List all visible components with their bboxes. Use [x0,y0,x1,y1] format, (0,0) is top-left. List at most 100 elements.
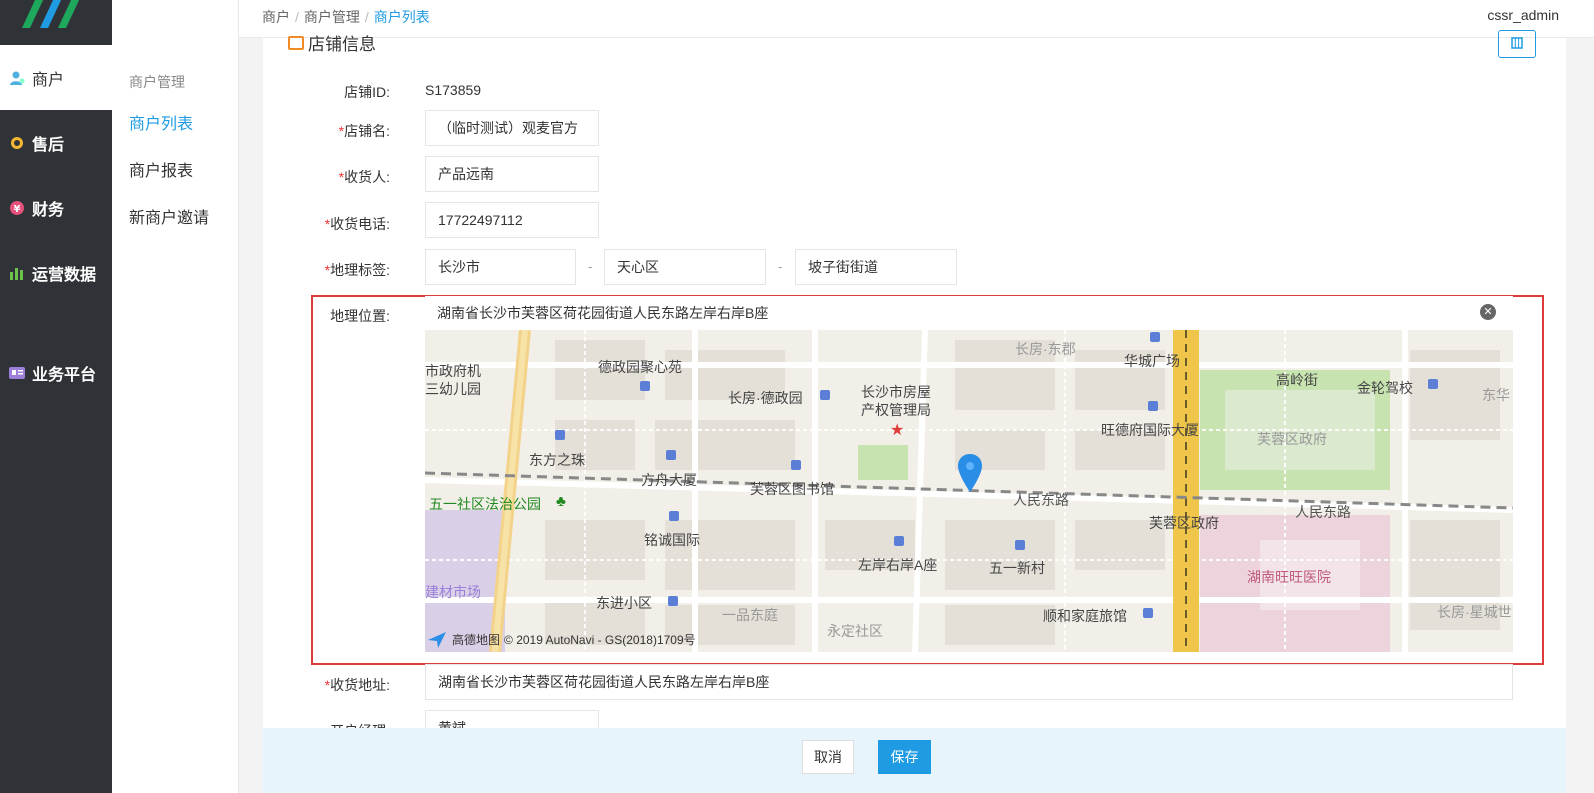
map-label: 长房·德政园 [728,390,803,406]
map-label: 长沙市房屋 [861,384,931,400]
library-icon [791,460,801,470]
map-label: 东方之珠 [529,452,585,468]
store-name-label: *店铺名: [338,123,390,139]
logo [0,0,112,45]
subnav-item-new-merchant-invite[interactable]: 新商户邀请 [129,204,209,228]
building-icon [666,450,676,460]
amap-logo-icon [428,631,448,648]
toggle-view-button[interactable] [1498,30,1536,58]
map-label: 永定社区 [827,623,883,639]
id-card-icon [8,364,26,382]
user-icon [8,69,26,87]
subnav-item-merchant-list[interactable]: 商户列表 [129,110,193,134]
grid-icon [1511,36,1523,52]
breadcrumb-separator: / [295,9,299,25]
map-label: 芙蓉区政府 [1149,515,1219,531]
map-label: 顺和家庭旅馆 [1043,608,1127,624]
ship-address-input[interactable]: 湖南省长沙市芙蓉区荷花园街道人民东路左岸右岸B座 [425,664,1513,700]
bar-chart-icon [8,264,26,282]
clear-icon[interactable]: ✕ [1480,304,1496,320]
map-label: 旺德府国际大厦 [1101,422,1199,438]
map-label: 三幼儿园 [425,381,481,397]
store-id-label: 店铺ID: [344,84,390,100]
building-icon [555,430,565,440]
map-label: 高岭街 [1276,372,1318,388]
geo-city-select[interactable]: 长沙市 [425,249,576,285]
sub-nav: 商户管理 商户列表 商户报表 新商户邀请 [112,0,239,793]
building-icon [640,381,650,391]
subnav-title: 商户管理 [129,74,185,90]
consignee-input[interactable]: 产品远南 [425,156,599,192]
nav-item-aftersale[interactable]: 售后 [0,110,112,175]
yen-icon: ¥ [8,199,26,217]
geo-street-select[interactable]: 坡子街街道 [795,249,957,285]
svg-text:¥: ¥ [14,204,21,215]
nav-label: 售后 [32,136,65,154]
map-label: 方舟大厦 [641,472,697,488]
map-label: 左岸右岸A座 [858,557,938,573]
nav-item-business-platform[interactable]: 业务平台 [0,340,112,405]
breadcrumb-merchant-management[interactable]: 商户管理 [304,9,360,25]
nav-item-merchant[interactable]: 商户 [0,45,112,110]
building-icon [1015,540,1025,550]
map-label: 华城广场 [1124,353,1180,369]
map-label: 五一社区法治公园 [429,496,541,512]
map-credit: 高德地图 © 2019 AutoNavi - GS(2018)1709号 [428,631,696,648]
subnav-item-merchant-report[interactable]: 商户报表 [129,157,193,181]
star-icon: ★ [890,422,905,439]
location-pin-icon[interactable] [958,454,982,492]
map-label: 五一新村 [989,560,1045,576]
map-label: 市政府机 [425,363,481,379]
cancel-button[interactable]: 取消 [802,740,854,774]
breadcrumb-merchant-list: 商户列表 [373,9,430,25]
breadcrumb-separator: / [364,9,369,25]
phone-label: *收货电话: [324,216,390,232]
map-label: 湖南旺旺医院 [1247,569,1331,585]
nav-label: 运营数据 [32,266,97,284]
left-nav: 商户 售后 ¥ 财务 运营数据 业务平台 [0,0,112,793]
map-label: 金轮驾校 [1357,380,1413,396]
username[interactable]: cssr_admin [1487,7,1559,23]
map-label: 德政园聚心苑 [598,359,682,375]
section-title: 店铺信息 [288,30,376,55]
breadcrumb-merchant[interactable]: 商户 [262,9,290,25]
map-label: 产权管理局 [861,402,931,418]
map-label: 人民东路 [1013,492,1069,508]
building-icon [669,511,679,521]
map-label: 长房·东郡 [1015,341,1076,357]
map-copyright: © 2019 AutoNavi - GS(2018)1709号 [504,633,696,647]
map-label: 一品东庭 [722,607,778,623]
map-brand: 高德地图 [452,633,501,647]
geo-tag-label: *地理标签: [324,262,390,278]
separator: - [588,259,593,274]
map-label: 东华 [1482,387,1510,403]
map-label: 东进小区 [596,595,652,611]
map-view[interactable]: 市政府机 三幼儿园 德政园聚心苑 长房·德政园 长沙市房屋 产权管理局 长房·东… [425,330,1513,652]
building-icon [1150,332,1160,342]
map-label: 芙蓉区政府 [1257,431,1327,447]
building-icon [668,596,678,606]
phone-input[interactable]: 17722497112 [425,202,599,238]
store-name-input[interactable]: （临时测试）观麦官方 [425,110,599,146]
location-label: 地理位置: [330,308,390,324]
building-icon [1148,401,1158,411]
tree-icon: ♣ [556,493,566,510]
nav-label: 财务 [32,201,65,219]
car-icon [1428,379,1438,389]
nav-label: 业务平台 [32,366,97,384]
consignee-label: *收货人: [338,169,390,185]
save-button[interactable]: 保存 [878,740,931,774]
building-icon [894,536,904,546]
nav-item-finance[interactable]: ¥ 财务 [0,175,112,240]
section-title-text: 店铺信息 [308,35,376,54]
map-label: 人民东路 [1295,504,1351,520]
nav-label: 商户 [32,71,65,89]
location-search-input[interactable]: 湖南省长沙市芙蓉区荷花园街道人民东路左岸右岸B座 [425,296,1513,330]
map-label: 芙蓉区图书馆 [750,481,834,497]
separator: - [778,259,783,274]
store-id-value: S173859 [425,82,482,98]
nav-item-operations-data[interactable]: 运营数据 [0,240,112,305]
map-label: 铭诚国际 [644,532,700,548]
geo-district-select[interactable]: 天心区 [604,249,766,285]
headset-icon [8,134,26,152]
